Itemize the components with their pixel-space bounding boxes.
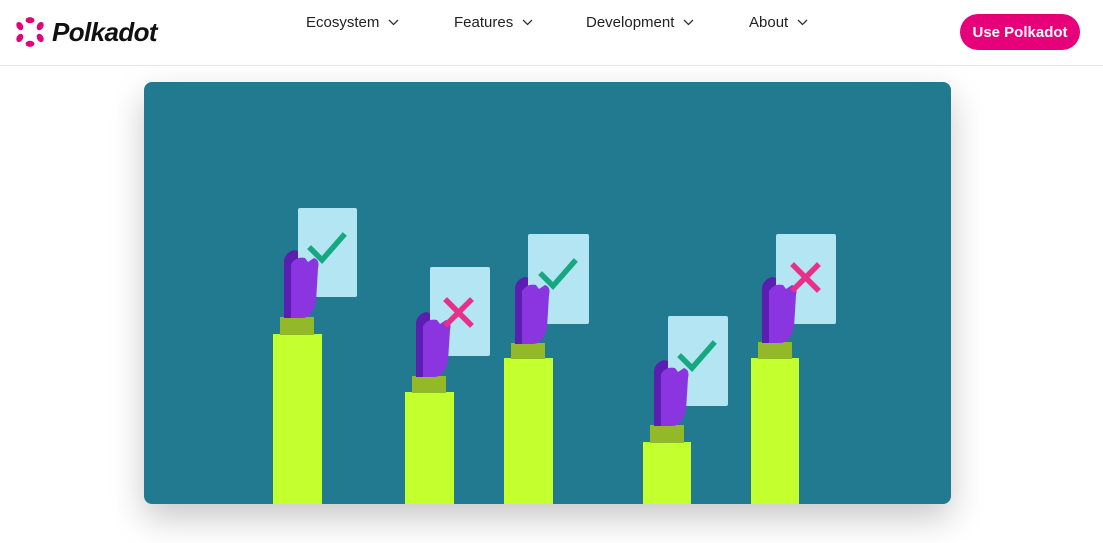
polkadot-logo[interactable]: Polkadot [14,16,158,48]
nav-item-development[interactable]: Development [586,14,694,31]
voting-arm-2 [405,267,490,504]
chevron-down-icon [797,19,808,25]
voting-arm-3 [504,234,589,504]
voting-arm-4 [643,316,728,504]
voting-arm-5 [751,234,836,504]
use-polkadot-button[interactable]: Use Polkadot [960,14,1080,50]
nav-item-features[interactable]: Features [454,14,533,31]
chevron-down-icon [683,19,694,25]
brand-name: Polkadot [52,16,158,47]
voting-hands-illustration [273,208,836,504]
chevron-down-icon [522,19,533,25]
voting-arm-1 [273,208,357,504]
top-navigation-bar: Polkadot Ecosystem Features Development … [0,0,1103,66]
hero-illustration-card [144,82,951,504]
nav-item-ecosystem[interactable]: Ecosystem [306,14,399,31]
chevron-down-icon [388,19,399,25]
nav-item-label: Development [586,13,675,31]
nav-item-label: Ecosystem [306,13,380,31]
polkadot-logo-icon [16,17,44,47]
nav-item-about[interactable]: About [749,14,808,31]
nav-item-label: About [749,13,789,31]
nav-item-label: Features [454,13,514,31]
